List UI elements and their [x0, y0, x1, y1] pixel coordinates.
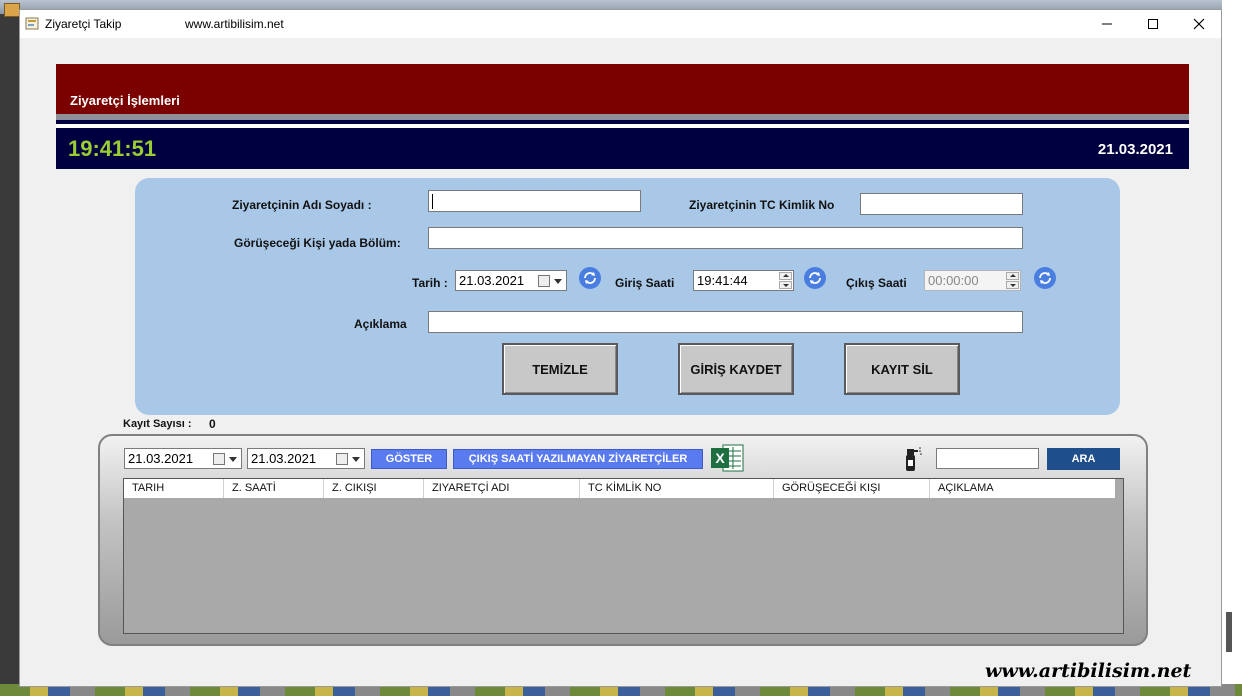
delete-record-button[interactable]: KAYIT SİL — [844, 343, 960, 395]
tc-label: Ziyaretçinin TC Kimlik No — [689, 198, 835, 212]
app-window: Ziyaretçi Takip www.artibilisim.net Ziya… — [19, 9, 1222, 687]
tc-input[interactable] — [860, 193, 1023, 215]
maximize-button[interactable] — [1130, 10, 1176, 38]
excel-letter: X — [715, 450, 725, 466]
column-header-description[interactable]: AÇIKLAMA — [930, 479, 1115, 498]
no-exit-visitors-button[interactable]: ÇIKIŞ SAATİ YAZILMAYAN ZİYARETÇİLER — [453, 449, 703, 469]
exit-time-input[interactable]: 00:00:00 — [924, 270, 1021, 291]
client-area: Ziyaretçi İşlemleri 19:41:51 21.03.2021 … — [20, 38, 1221, 686]
column-header-tc-no[interactable]: TC KİMLİK NO — [580, 479, 774, 498]
minimize-button[interactable] — [1084, 10, 1130, 38]
exit-time-value: 00:00:00 — [928, 273, 979, 288]
page-title: Ziyaretçi İşlemleri — [70, 93, 180, 108]
excel-icon[interactable]: X — [710, 444, 744, 472]
entry-time-up-arrow[interactable] — [779, 272, 792, 280]
chevron-down-icon — [554, 279, 562, 284]
column-header-contact-person[interactable]: GÖRÜŞECEĞİ KIŞI — [774, 479, 930, 498]
column-header-visitor-name[interactable]: ZIYARETÇİ ADI — [424, 479, 580, 498]
search-button[interactable]: ARA — [1047, 448, 1120, 470]
entry-time-label: Giriş Saati — [615, 276, 675, 290]
search-input[interactable] — [936, 448, 1039, 469]
save-entry-button[interactable]: GİRİŞ KAYDET — [678, 343, 794, 395]
exit-time-down-arrow[interactable] — [1006, 281, 1019, 289]
text-caret — [432, 194, 433, 210]
date-picker[interactable]: 21.03.2021 — [455, 270, 567, 291]
entry-time-value: 19:41:44 — [697, 273, 748, 288]
column-header-entry-time[interactable]: Z. SAATİ — [224, 479, 324, 498]
description-input[interactable] — [428, 311, 1023, 333]
visitor-form-panel: Ziyaretçinin Adı Soyadı : Ziyaretçinin T… — [135, 178, 1120, 415]
chevron-down-icon — [229, 457, 237, 462]
spray-bottle-icon[interactable] — [900, 444, 922, 472]
maximize-icon — [1148, 19, 1158, 29]
header-banner: Ziyaretçi İşlemleri — [56, 64, 1189, 114]
watermark-text: www.artibilisim.net — [985, 660, 1192, 682]
exit-time-refresh-button[interactable] — [1034, 267, 1056, 289]
clear-button[interactable]: TEMİZLE — [502, 343, 618, 395]
record-count-value: 0 — [209, 417, 216, 431]
calendar-icon — [213, 453, 225, 465]
window-title: Ziyaretçi Takip — [45, 17, 122, 31]
calendar-icon — [336, 453, 348, 465]
records-table[interactable]: TARIH Z. SAATİ Z. CIKIŞI ZIYARETÇİ ADI T… — [123, 478, 1124, 634]
chevron-down-icon — [352, 457, 360, 462]
window-subtitle: www.artibilisim.net — [185, 17, 284, 31]
clock-date: 21.03.2021 — [1097, 141, 1173, 158]
exit-time-up-arrow[interactable] — [1006, 272, 1019, 280]
app-icon — [25, 17, 39, 30]
meet-label: Görüşeceği Kişi yada Bölüm: — [234, 236, 401, 250]
table-header: TARIH Z. SAATİ Z. CIKIŞI ZIYARETÇİ ADI T… — [124, 479, 1115, 498]
title-bar: Ziyaretçi Takip www.artibilisim.net — [20, 10, 1221, 38]
entry-time-refresh-button[interactable] — [804, 267, 826, 289]
entry-time-down-arrow[interactable] — [779, 281, 792, 289]
name-input[interactable] — [428, 190, 641, 212]
desktop-scroll-bar — [1226, 612, 1232, 652]
date-picker-value: 21.03.2021 — [459, 273, 525, 288]
meet-input[interactable] — [428, 227, 1023, 249]
close-button[interactable] — [1176, 10, 1222, 38]
refresh-icon — [809, 272, 821, 284]
minimize-icon — [1102, 23, 1112, 25]
column-header-date[interactable]: TARIH — [124, 479, 224, 498]
date-label: Tarih : — [412, 276, 448, 290]
name-label: Ziyaretçinin Adı Soyadı : — [232, 198, 372, 212]
refresh-icon — [584, 272, 596, 284]
clock-bar: 19:41:51 21.03.2021 — [56, 128, 1189, 169]
close-icon — [1193, 18, 1205, 30]
entry-time-input[interactable]: 19:41:44 — [693, 270, 794, 291]
date-to-picker[interactable]: 21.03.2021 — [247, 448, 365, 469]
description-label: Açıklama — [354, 317, 407, 331]
date-to-value: 21.03.2021 — [251, 451, 317, 466]
desktop-folder-icon — [4, 3, 20, 17]
records-panel: 21.03.2021 21.03.2021 GÖSTER ÇIKIŞ SAATİ… — [98, 434, 1148, 646]
show-button[interactable]: GÖSTER — [371, 449, 447, 469]
refresh-icon — [1039, 272, 1051, 284]
column-header-exit-time[interactable]: Z. CIKIŞI — [324, 479, 424, 498]
date-refresh-button[interactable] — [579, 267, 601, 289]
clock-time: 19:41:51 — [68, 136, 157, 161]
desktop-right-edge — [1222, 0, 1242, 696]
calendar-icon — [538, 275, 550, 287]
date-from-value: 21.03.2021 — [128, 451, 194, 466]
exit-time-label: Çıkış Saati — [846, 276, 907, 290]
record-count-label: Kayıt Sayısı : — [123, 418, 192, 430]
date-from-picker[interactable]: 21.03.2021 — [124, 448, 242, 469]
